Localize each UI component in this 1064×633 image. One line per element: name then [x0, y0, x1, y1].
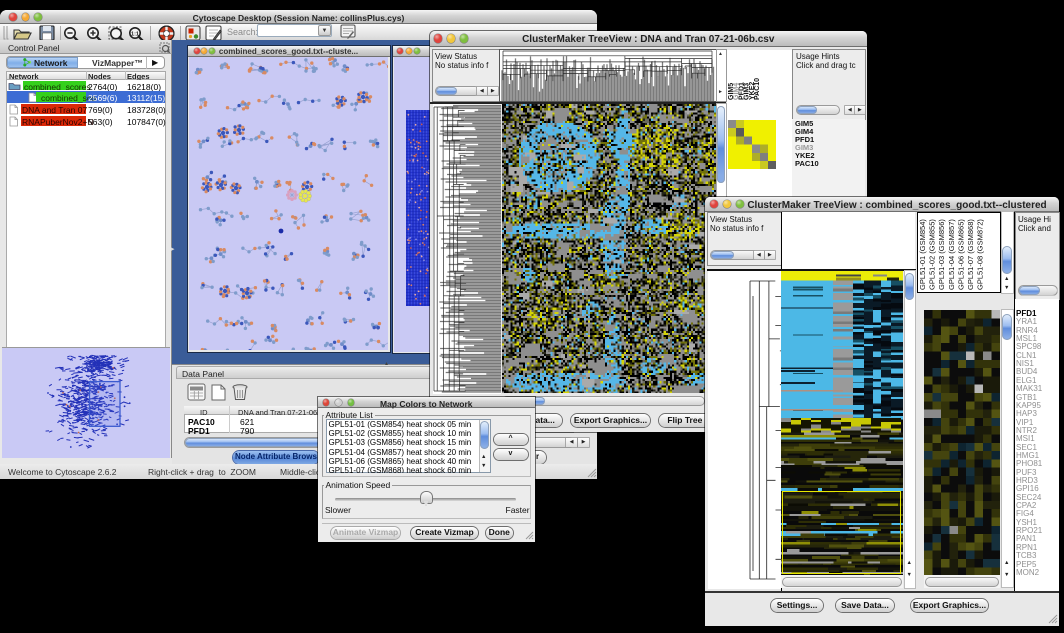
svg-text:GPL51-06 (GSM865): GPL51-06 (GSM865) — [956, 219, 965, 290]
svg-text:1:1: 1:1 — [131, 31, 139, 37]
svg-text:GPL51-01 (GSM854): GPL51-01 (GSM854) — [918, 219, 927, 290]
svg-text:GPL51-03 (GSM856): GPL51-03 (GSM856) — [937, 219, 946, 290]
svg-text:GPL51-02 (GSM855): GPL51-02 (GSM855) — [928, 219, 937, 290]
svg-text:GPL51-07 (GSM868): GPL51-07 (GSM868) — [966, 219, 975, 290]
svg-text:GPL51-08 (GSM872): GPL51-08 (GSM872) — [976, 219, 985, 290]
svg-text:GPL51-04 (GSM857): GPL51-04 (GSM857) — [947, 219, 956, 290]
svg-text:PAC10: PAC10 — [754, 77, 761, 99]
